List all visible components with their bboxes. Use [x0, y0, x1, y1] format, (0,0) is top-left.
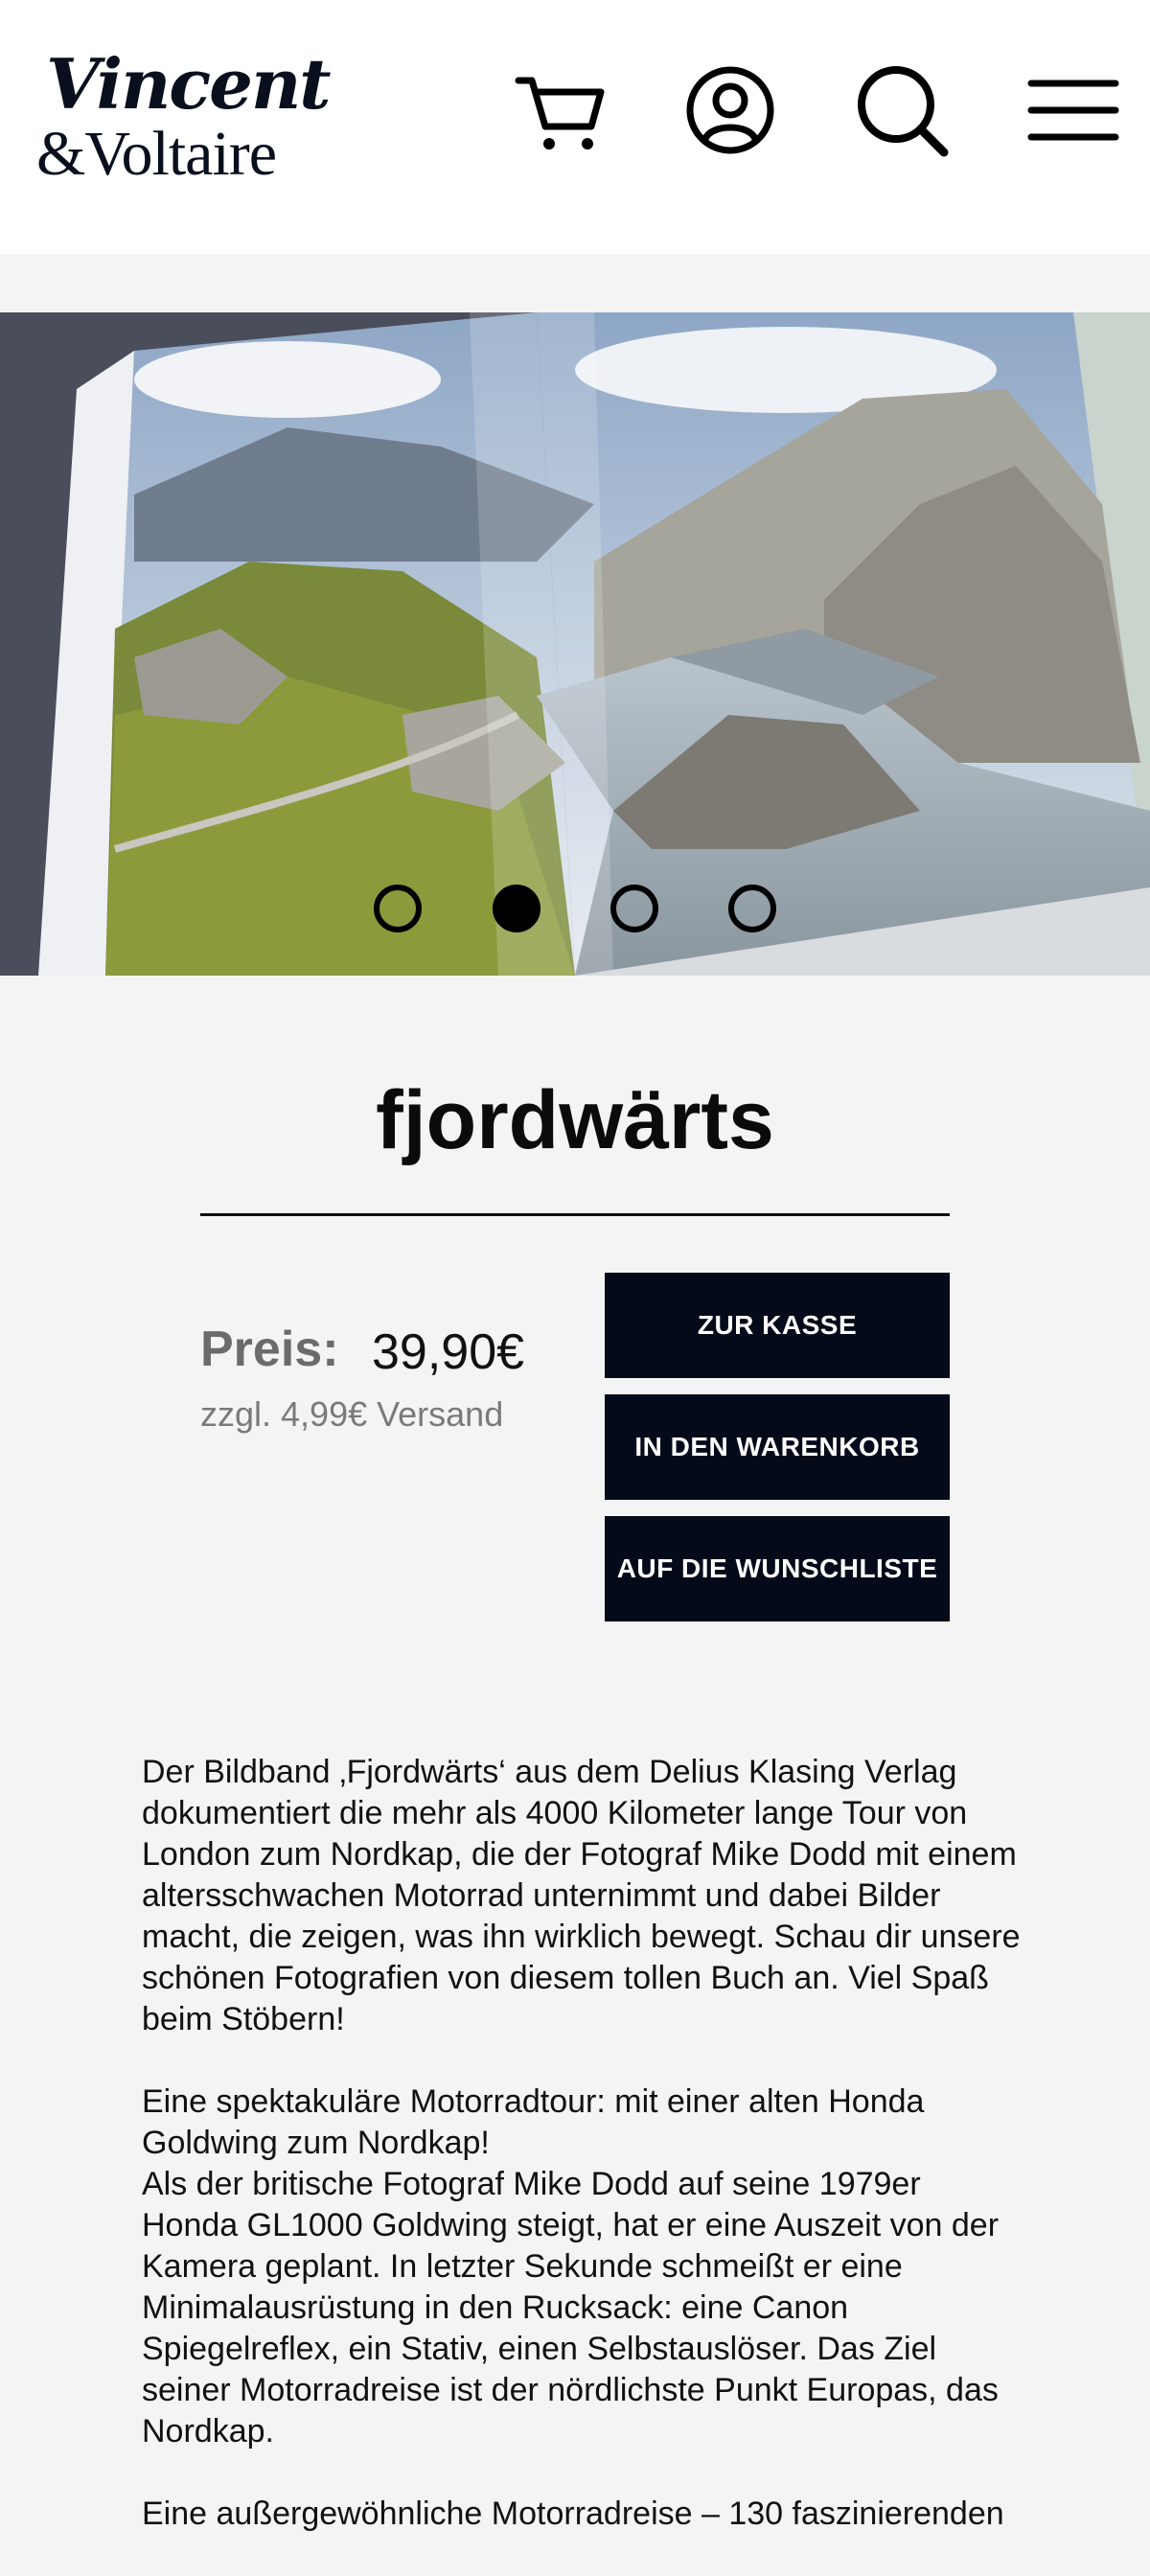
site-header: Vincent &Voltaire: [0, 0, 1150, 254]
product-description: Der Bildband ‚Fjordwärts‘ aus dem Delius…: [142, 1752, 1024, 2576]
price-label: Preis:: [200, 1322, 339, 1377]
carousel-dots: [0, 885, 1150, 942]
shipping-note: zzgl. 4,99€ Versand: [200, 1394, 504, 1434]
brand-logo[interactable]: Vincent &Voltaire: [36, 46, 332, 190]
add-to-wishlist-button[interactable]: AUF DIE WUNSCHLISTE: [605, 1516, 950, 1622]
price-value: 39,90€: [372, 1324, 525, 1380]
product-image-carousel[interactable]: [0, 312, 1150, 976]
logo-line-1: Vincent: [46, 43, 332, 125]
product-title: fjordwärts: [376, 1074, 774, 1166]
carousel-dot-2[interactable]: [493, 885, 540, 932]
title-divider: [200, 1213, 950, 1216]
checkout-button[interactable]: ZUR KASSE: [605, 1273, 950, 1378]
carousel-dot-4[interactable]: [728, 885, 776, 932]
menu-button[interactable]: [1021, 58, 1126, 163]
description-paragraph-2-lead: Eine spektakuläre Motorradtour: mit eine…: [142, 2083, 925, 2161]
search-button[interactable]: [849, 58, 954, 163]
account-icon: [686, 66, 774, 154]
search-icon: [858, 66, 949, 157]
account-button[interactable]: [678, 58, 783, 163]
description-paragraph-3: Eine außergewöhnliche Motorradreise – 13…: [142, 2496, 1004, 2532]
logo-line-2: &Voltaire: [36, 119, 277, 189]
description-paragraph-2-body: Als der britische Fotograf Mike Dodd auf…: [142, 2166, 1000, 2450]
description-paragraph-1: Der Bildband ‚Fjordwärts‘ aus dem Delius…: [142, 1754, 1021, 2037]
menu-icon: [1027, 80, 1119, 141]
cart-icon: [515, 77, 605, 150]
carousel-dot-3[interactable]: [610, 885, 658, 932]
carousel-dot-1[interactable]: [374, 885, 422, 932]
cart-button[interactable]: [508, 58, 613, 163]
add-to-cart-button[interactable]: IN DEN WARENKORB: [605, 1394, 950, 1500]
product-photo: [0, 312, 1150, 976]
